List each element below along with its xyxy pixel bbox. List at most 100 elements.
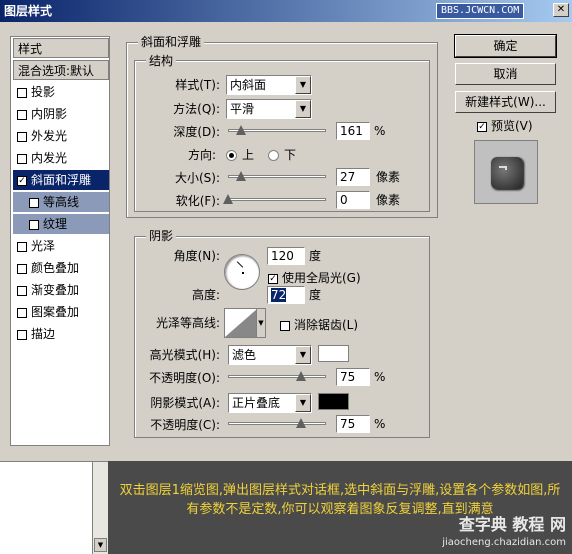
- size-input[interactable]: 27: [336, 168, 370, 186]
- new-style-button[interactable]: 新建样式(W)...: [455, 91, 556, 113]
- blend-options[interactable]: 混合选项:默认: [13, 60, 109, 80]
- slider-thumb[interactable]: [236, 171, 246, 181]
- checkbox[interactable]: [17, 87, 27, 98]
- list-item-color-overlay[interactable]: 颜色叠加: [13, 258, 109, 278]
- slider-thumb[interactable]: [223, 194, 233, 204]
- list-item-label: 内阴影: [31, 107, 68, 121]
- list-item-label: 描边: [31, 327, 56, 341]
- list-item-inner-glow[interactable]: 内发光: [13, 148, 109, 168]
- dial-needle: [236, 261, 244, 268]
- list-item-stroke[interactable]: 描边: [13, 324, 109, 344]
- soften-label: 软化(F):: [175, 194, 220, 208]
- checkbox[interactable]: [17, 329, 27, 340]
- checkbox[interactable]: [17, 109, 27, 120]
- window-title: 图层样式: [4, 4, 53, 18]
- ok-button[interactable]: 确定: [454, 34, 557, 58]
- checkbox-checked[interactable]: ✓: [477, 121, 487, 132]
- chevron-down-icon[interactable]: ▼: [295, 394, 311, 412]
- list-item-label: 纹理: [43, 217, 68, 231]
- preview-label: 预览(V): [491, 119, 533, 133]
- soften-slider[interactable]: [223, 194, 326, 205]
- preview-option[interactable]: ✓ 预览(V): [477, 117, 533, 134]
- scroll-down-icon[interactable]: ▼: [94, 538, 107, 552]
- checkbox[interactable]: [17, 131, 27, 142]
- list-item-label: 外发光: [31, 129, 68, 143]
- depth-label: 深度(D):: [173, 125, 220, 139]
- anti-alias-option[interactable]: 消除锯齿(L): [280, 316, 358, 333]
- list-item-texture[interactable]: 纹理: [13, 214, 109, 234]
- depth-slider[interactable]: [228, 125, 326, 136]
- list-item-gradient-overlay[interactable]: 渐变叠加: [13, 280, 109, 300]
- checkbox[interactable]: [17, 307, 27, 318]
- cancel-button[interactable]: 取消: [455, 63, 556, 85]
- checkbox[interactable]: [17, 263, 27, 274]
- list-item-label: 图案叠加: [31, 305, 80, 319]
- highlight-opacity-label: 不透明度(O):: [149, 371, 220, 385]
- list-item-inner-shadow[interactable]: 内阴影: [13, 104, 109, 124]
- list-item-outer-glow[interactable]: 外发光: [13, 126, 109, 146]
- list-item-pattern-overlay[interactable]: 图案叠加: [13, 302, 109, 322]
- list-item-bevel-emboss[interactable]: ✓ 斜面和浮雕: [13, 170, 109, 190]
- highlight-opacity-unit: %: [374, 370, 386, 384]
- slider-thumb[interactable]: [296, 371, 306, 381]
- highlight-opacity-input[interactable]: 75: [336, 368, 370, 386]
- chevron-down-icon[interactable]: ▼: [256, 308, 266, 338]
- radio-up[interactable]: [226, 150, 237, 161]
- highlight-mode-select[interactable]: 滤色 ▼: [228, 345, 312, 365]
- global-light-option[interactable]: ✓ 使用全局光(G): [268, 269, 361, 286]
- checkbox[interactable]: [17, 285, 27, 296]
- list-item-label: 等高线: [43, 195, 80, 209]
- list-item-label: 颜色叠加: [31, 261, 80, 275]
- list-item-drop-shadow[interactable]: 投影: [13, 82, 109, 102]
- gloss-contour-label: 光泽等高线:: [155, 316, 220, 330]
- angle-input[interactable]: 120: [267, 247, 305, 265]
- altitude-value-selected: 72: [271, 288, 287, 302]
- size-slider[interactable]: [228, 171, 326, 182]
- style-list: 样式 混合选项:默认 投影 内阴影 外发光 内发光 ✓ 斜面和浮雕 等高线 纹理 …: [10, 36, 110, 446]
- shadow-opacity-slider[interactable]: [228, 418, 326, 429]
- soften-unit: 像素: [376, 193, 401, 207]
- slider-thumb[interactable]: [236, 125, 246, 135]
- checkbox[interactable]: [17, 153, 27, 164]
- anti-alias-label: 消除锯齿(L): [294, 318, 359, 332]
- chevron-down-icon[interactable]: ▼: [295, 346, 311, 364]
- method-label: 方法(Q):: [173, 102, 220, 116]
- list-item-satin[interactable]: 光泽: [13, 236, 109, 256]
- style-list-header[interactable]: 样式: [13, 38, 109, 58]
- altitude-unit: 度: [309, 288, 322, 302]
- depth-input[interactable]: 161: [336, 122, 370, 140]
- checkbox[interactable]: [29, 197, 39, 208]
- list-item-label: 斜面和浮雕: [31, 173, 92, 187]
- checkbox-checked[interactable]: ✓: [268, 273, 278, 284]
- soften-input[interactable]: 0: [336, 191, 370, 209]
- checkbox-checked[interactable]: ✓: [17, 175, 27, 186]
- scrollbar[interactable]: ▼: [92, 462, 108, 554]
- shadow-opacity-input[interactable]: 75: [336, 415, 370, 433]
- highlight-opacity-slider[interactable]: [228, 371, 326, 382]
- altitude-label: 高度:: [191, 288, 220, 302]
- caption-text: 双击图层1缩览图,弹出图层样式对话框,选中斜面与浮雕,设置各个参数如图,所有参数…: [119, 483, 561, 517]
- close-icon[interactable]: ✕: [553, 3, 569, 17]
- angle-dial[interactable]: [224, 254, 260, 290]
- altitude-input[interactable]: 72: [267, 286, 305, 304]
- method-select[interactable]: 平滑 ▼: [226, 99, 312, 119]
- shadow-opacity-unit: %: [374, 417, 386, 431]
- radio-down[interactable]: [268, 150, 279, 161]
- style-select[interactable]: 内斜面 ▼: [226, 75, 312, 95]
- shadow-mode-select[interactable]: 正片叠底 ▼: [228, 393, 312, 413]
- gloss-contour-preview[interactable]: [224, 308, 258, 338]
- highlight-color-swatch[interactable]: [318, 345, 349, 362]
- slider-thumb[interactable]: [296, 418, 306, 428]
- checkbox[interactable]: [280, 320, 290, 331]
- list-item-label: 光泽: [31, 239, 56, 253]
- shadow-color-swatch[interactable]: [318, 393, 349, 410]
- style-label: 样式(T):: [175, 78, 220, 92]
- title-bar: 图层样式 BBS.JCWCN.COM ✕: [0, 0, 572, 22]
- site-logo: 查字典 教程 网 jiaocheng.chazidian.com: [442, 516, 566, 552]
- list-item-contour[interactable]: 等高线: [13, 192, 109, 212]
- chevron-down-icon[interactable]: ▼: [295, 76, 311, 94]
- preview-thumbnail: [491, 157, 523, 189]
- checkbox[interactable]: [29, 219, 39, 230]
- chevron-down-icon[interactable]: ▼: [295, 100, 311, 118]
- checkbox[interactable]: [17, 241, 27, 252]
